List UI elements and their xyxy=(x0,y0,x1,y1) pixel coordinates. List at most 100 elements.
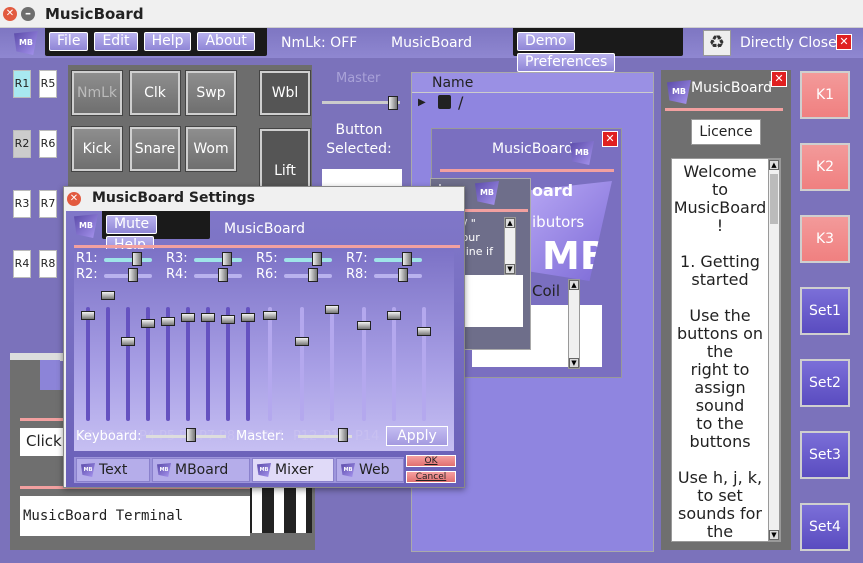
help-logo-icon: MB xyxy=(667,80,691,104)
pad-snare[interactable]: Snare xyxy=(129,126,181,172)
name-column-header[interactable]: Name xyxy=(412,73,653,93)
set4-button[interactable]: Set4 xyxy=(800,503,850,551)
r-slider-knob[interactable] xyxy=(398,268,408,282)
r6-button[interactable]: R6 xyxy=(39,130,57,158)
help-scrollbar[interactable]: ▲ ▼ xyxy=(768,159,780,541)
apply-button[interactable]: Apply xyxy=(386,426,448,446)
licence-button[interactable]: Licence xyxy=(691,119,761,145)
pad-wom[interactable]: Wom xyxy=(185,126,237,172)
master-slider-knob[interactable] xyxy=(388,96,398,110)
keyboard-volume-knob[interactable] xyxy=(186,428,196,442)
p-slider-knob[interactable] xyxy=(161,317,175,326)
set2-button[interactable]: Set2 xyxy=(800,359,850,407)
r-slider-knob[interactable] xyxy=(132,252,142,266)
r-slider-knob[interactable] xyxy=(222,252,232,266)
inner-divider xyxy=(440,169,614,172)
help-scroll-thumb[interactable] xyxy=(770,174,778,224)
tab-text[interactable]: Text MB xyxy=(76,458,150,482)
tab-mboard[interactable]: MBoard MB xyxy=(152,458,250,482)
k1-button[interactable]: K1 xyxy=(800,71,850,119)
p-slider-knob[interactable] xyxy=(417,327,431,336)
r5-button[interactable]: R5 xyxy=(39,70,57,98)
inner-scroll-up-icon[interactable]: ▲ xyxy=(569,280,579,290)
r7-button[interactable]: R7 xyxy=(39,190,57,218)
pad-kick[interactable]: Kick xyxy=(71,126,123,172)
p-slider-knob[interactable] xyxy=(221,315,235,324)
about-menu-button[interactable]: About xyxy=(197,32,255,51)
r-slider-knob[interactable] xyxy=(312,252,322,266)
p-slider-knob[interactable] xyxy=(101,291,115,300)
window-minimize-button[interactable]: – xyxy=(21,7,35,21)
behind-scroll-down-icon[interactable]: ▼ xyxy=(505,264,515,274)
k3-button[interactable]: K3 xyxy=(800,215,850,263)
master-volume-knob[interactable] xyxy=(338,428,348,442)
tab-web[interactable]: Web MB xyxy=(336,458,404,482)
p-slider-track xyxy=(186,307,190,421)
help-text-line: buttons xyxy=(689,432,751,451)
settings-logo-icon: MB xyxy=(74,214,98,238)
p-slider-knob[interactable] xyxy=(357,321,371,330)
pad-wbl[interactable]: Wbl xyxy=(259,70,311,116)
r-slider-label: R2: xyxy=(76,267,98,282)
window-close-button[interactable]: ✕ xyxy=(3,7,17,21)
help-text-line: Welcome xyxy=(683,162,757,181)
r-slider-knob[interactable] xyxy=(218,268,228,282)
p-slider-knob[interactable] xyxy=(181,313,195,322)
help-text-line xyxy=(672,235,768,253)
demo-button[interactable]: Demo xyxy=(517,32,575,51)
behind-scroll-up-icon[interactable]: ▲ xyxy=(505,218,515,228)
p-slider-knob[interactable] xyxy=(141,319,155,328)
p-slider-knob[interactable] xyxy=(241,313,255,322)
p-slider-track xyxy=(300,307,304,421)
piano-key[interactable] xyxy=(296,485,306,533)
cancel-button[interactable]: Cancel xyxy=(406,471,456,483)
r1-button[interactable]: R1 xyxy=(13,70,31,98)
help-scroll-up-icon[interactable]: ▲ xyxy=(769,160,779,170)
behind-scrollbar[interactable]: ▲ ▼ xyxy=(504,217,516,275)
edit-menu-button[interactable]: Edit xyxy=(94,32,138,51)
help-menu-button[interactable]: Help xyxy=(143,32,192,51)
p-slider-knob[interactable] xyxy=(121,337,135,346)
piano-key[interactable] xyxy=(274,485,284,533)
tab-logo-icon: MB xyxy=(341,463,355,477)
tab-mixer[interactable]: Mixer MB xyxy=(252,458,334,482)
r8-button[interactable]: R8 xyxy=(39,250,57,278)
p-slider-track xyxy=(106,307,110,421)
inner-scroll-down-icon[interactable]: ▼ xyxy=(569,358,579,368)
settings-close-button[interactable]: ✕ xyxy=(67,192,81,206)
r3-button[interactable]: R3 xyxy=(13,190,31,218)
pad-nmlk[interactable]: NmLk xyxy=(71,70,123,116)
preferences-button[interactable]: Preferences xyxy=(517,53,616,72)
tree-root-item[interactable]: / xyxy=(458,93,463,112)
k2-button[interactable]: K2 xyxy=(800,143,850,191)
ok-button[interactable]: OK xyxy=(406,455,456,467)
directly-close-button[interactable]: ✕ xyxy=(836,34,852,50)
inner-logo-icon: MB xyxy=(570,141,594,165)
pad-clk[interactable]: Clk xyxy=(129,70,181,116)
p-slider-knob[interactable] xyxy=(81,311,95,320)
help-text-line: started xyxy=(691,270,749,289)
r-slider-knob[interactable] xyxy=(402,252,412,266)
set1-button[interactable]: Set1 xyxy=(800,287,850,335)
pad-swp[interactable]: Swp xyxy=(185,70,237,116)
r4-button[interactable]: R4 xyxy=(13,250,31,278)
keyboard-volume-label: Keyboard: xyxy=(76,429,142,444)
help-scroll-down-icon[interactable]: ▼ xyxy=(769,530,779,540)
p-slider-knob[interactable] xyxy=(387,311,401,320)
recycle-icon[interactable]: ♻ xyxy=(703,30,731,56)
help-close-button[interactable]: ✕ xyxy=(771,71,787,87)
set3-button[interactable]: Set3 xyxy=(800,431,850,479)
file-menu-button[interactable]: File xyxy=(49,32,89,51)
r-slider-knob[interactable] xyxy=(308,268,318,282)
tree-expand-icon[interactable]: ▶ xyxy=(418,97,426,108)
inner-window-close-button[interactable]: ✕ xyxy=(602,131,618,147)
inner-scrollbar[interactable]: ▲ ▼ xyxy=(568,279,580,369)
r-slider-knob[interactable] xyxy=(128,268,138,282)
piano-key[interactable] xyxy=(252,485,262,533)
mute-button[interactable]: Mute xyxy=(106,215,158,234)
p-slider-knob[interactable] xyxy=(201,313,215,322)
p-slider-knob[interactable] xyxy=(295,337,309,346)
p-slider-knob[interactable] xyxy=(325,305,339,314)
r2-button[interactable]: R2 xyxy=(13,130,31,158)
p-slider-knob[interactable] xyxy=(263,311,277,320)
